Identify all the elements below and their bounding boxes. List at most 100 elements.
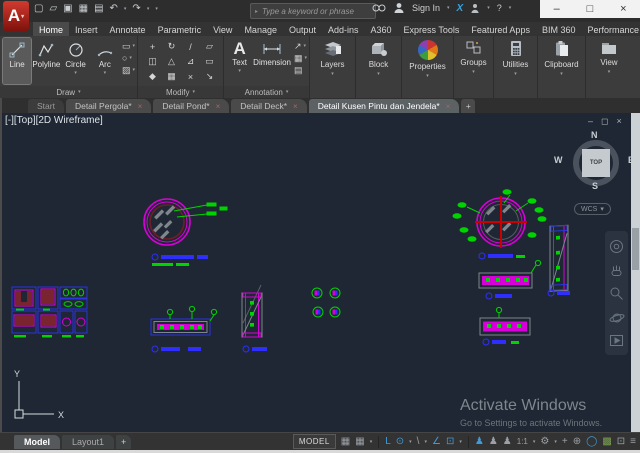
model-tab[interactable]: Model [14,435,60,449]
mirror-icon[interactable]: △ [162,54,181,69]
groups-panel[interactable]: Groups ▾ [454,36,494,98]
file-tab-detail-pond[interactable]: Detail Pond* × [153,99,229,113]
text-button[interactable]: A Text ▾ [227,38,252,84]
file-tab-detail-deck[interactable]: Detail Deck* × [231,99,306,113]
close-tab-icon[interactable]: × [293,102,298,111]
ribbon-tab-express-tools[interactable]: Express Tools [398,22,466,36]
rectangle-button[interactable]: ▭ ▾ [122,41,135,51]
ribbon-tab-bim360[interactable]: BIM 360 [536,22,582,36]
application-menu-button[interactable]: A ▾ [3,1,29,31]
display-grid-icon[interactable]: ▦ [341,436,350,448]
qat-customize-icon[interactable]: ▾ [155,6,158,12]
ucs-icon[interactable]: Y X [14,369,64,420]
erase-icon[interactable]: × [181,69,200,84]
workspace-dropdown-icon[interactable]: ▾ [554,439,557,445]
a360-icon[interactable]: X [457,3,464,14]
isometric-drafting-icon[interactable]: \ [417,436,420,448]
iso-dropdown-icon[interactable]: ▾ [424,439,427,445]
help-icon[interactable]: ? [497,3,502,13]
viewcube-north[interactable]: N [591,130,598,140]
file-tab-detail-kusen[interactable]: Detail Kusen Pintu dan Jendela* × [309,99,460,113]
viewcube-south[interactable]: S [592,181,598,191]
share-icon[interactable] [470,3,480,14]
circle-button[interactable]: Circle ▾ [61,38,89,84]
workspace-switching-icon[interactable]: ⚙ [540,436,549,448]
detail-horizontal-right-1[interactable] [479,260,541,299]
minimize-button[interactable]: – [547,3,567,15]
annotation-scale-value[interactable]: 1:1 [517,436,528,448]
redo-dropdown-icon[interactable]: ▾ [147,6,150,12]
search-expand-icon[interactable]: ▸ [255,8,258,15]
arc-button[interactable]: Arc ▾ [91,38,119,84]
undo-dropdown-icon[interactable]: ▾ [124,6,127,12]
properties-panel[interactable]: Properties ▾ [402,36,454,98]
file-tab-start[interactable]: Start [28,99,64,113]
ribbon-tab-a360[interactable]: A360 [365,22,398,36]
annotation-panel-label[interactable]: Annotation ▾ [224,86,309,98]
ribbon-tab-performance[interactable]: Performance [581,22,640,36]
redo-icon[interactable]: ↷ [132,3,140,14]
search-binoculars-icon[interactable] [372,3,386,13]
signin-user-icon[interactable] [393,2,405,14]
detail-circle-right[interactable] [453,190,546,259]
modify-panel-label[interactable]: Modify ▾ [138,86,223,98]
table-button[interactable]: ▦ ▾ [294,53,307,63]
scale-dropdown-icon[interactable]: ▾ [533,439,536,445]
detail-vertical-right[interactable] [550,225,568,291]
trim-icon[interactable]: / [181,39,200,54]
fillet-icon[interactable]: ⊿ [181,54,200,69]
detail-fasteners[interactable] [312,288,340,317]
explode-icon[interactable]: ↘ [200,69,219,84]
annotation-autoscale-icon[interactable]: ♟ [489,436,498,448]
save-icon[interactable]: ▣ [63,3,72,14]
doc-minimize-icon[interactable]: – [588,116,593,127]
annotation-visibility-icon[interactable]: ♟ [475,436,484,448]
file-tab-detail-pergola[interactable]: Detail Pergola* × [66,99,151,113]
close-tab-icon[interactable]: × [138,102,143,111]
signin-dropdown-icon[interactable]: ▾ [447,5,450,11]
clipboard-panel[interactable]: Clipboard ▾ [538,36,586,98]
rotate-icon[interactable]: ↻ [162,39,181,54]
object-snap-tracking-icon[interactable]: ∠ [432,436,441,448]
doc-close-icon[interactable]: × [617,116,622,127]
plot-icon[interactable]: ▤ [94,3,103,14]
snap-mode-icon[interactable]: ▦ [355,436,364,448]
hatch-button[interactable]: ▨ ▾ [122,65,135,75]
layers-panel[interactable]: Layers ▾ [310,36,356,98]
utilities-panel[interactable]: Utilities ▾ [494,36,538,98]
layout1-tab[interactable]: Layout1 [62,435,114,449]
zoom-icon[interactable] [609,286,624,301]
new-drawing-tab-button[interactable]: + [461,99,475,113]
ribbon-tab-insert[interactable]: Insert [69,22,104,36]
osnap-dropdown-icon[interactable]: ▾ [459,439,462,445]
help-dropdown-icon[interactable]: ▾ [509,5,512,11]
viewcube[interactable]: TOP N S W E [548,133,631,195]
ribbon-tab-output[interactable]: Output [283,22,322,36]
share-dropdown-icon[interactable]: ▾ [487,5,490,11]
stretch-icon[interactable]: ▱ [200,39,219,54]
ribbon-tab-addins[interactable]: Add-ins [322,22,365,36]
text-style-button[interactable]: ▤ [294,65,307,75]
polyline-button[interactable]: Polyline [32,38,60,84]
annotation-scale-icon[interactable]: ♟ [503,436,512,448]
detail-grid-left[interactable] [12,287,87,337]
copy-icon[interactable]: ◫ [143,54,162,69]
show-motion-icon[interactable] [609,334,624,347]
orbit-icon[interactable] [609,311,625,325]
clean-screen-icon[interactable]: ⊡ [617,436,625,448]
wcs-dropdown[interactable]: WCS ▾ [574,203,611,215]
ribbon-tab-parametric[interactable]: Parametric [152,22,208,36]
viewcube-top-face[interactable]: TOP [582,149,610,177]
viewcube-west[interactable]: W [554,155,563,165]
signin-label[interactable]: Sign In [412,3,440,13]
annotation-monitor-icon[interactable]: + [562,436,568,448]
line-button[interactable]: Line [3,38,31,84]
move-icon[interactable]: + [143,39,162,54]
doc-restore-icon[interactable]: ◻ [601,116,608,127]
close-tab-icon[interactable]: × [216,102,221,111]
units-icon[interactable]: ⊕ [573,436,581,448]
draw-panel-label[interactable]: Draw ▾ [0,86,137,98]
graphics-performance-icon[interactable]: ◯ [586,436,597,448]
search-input[interactable]: ▸ Type a keyword or phrase [250,3,376,19]
maximize-button[interactable]: □ [580,3,600,15]
